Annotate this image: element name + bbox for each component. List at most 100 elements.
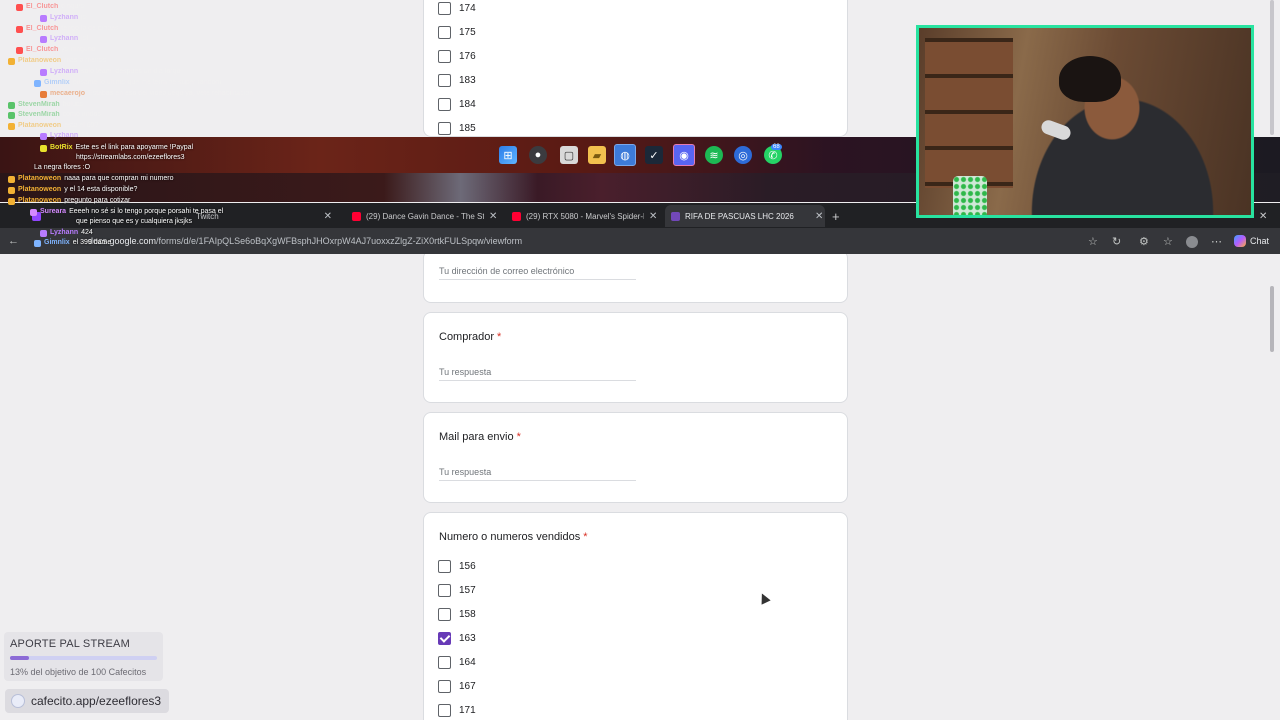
checkbox[interactable] xyxy=(438,655,451,669)
edge-browser-icon[interactable]: ◍ xyxy=(614,144,636,166)
cafecito-link[interactable]: cafecito.app/ezeeflores3 xyxy=(5,689,169,713)
checkbox[interactable] xyxy=(438,1,451,15)
chat-username[interactable]: El_Clutch xyxy=(26,24,58,34)
checkbox[interactable] xyxy=(438,97,451,111)
extensions-icon[interactable]: ⚙ xyxy=(1139,235,1149,248)
comprador-input[interactable]: Tu respuesta xyxy=(439,367,636,381)
chat-username[interactable]: Platanoweon xyxy=(18,185,61,195)
chat-username[interactable]: Gimnlix xyxy=(44,238,70,248)
question-title: Mail para envio * xyxy=(439,431,521,443)
option-176[interactable]: 176 xyxy=(438,49,476,63)
chat-username[interactable]: Sureara xyxy=(40,207,66,217)
favorites-icon[interactable]: ☆ xyxy=(1163,235,1173,248)
checkbox[interactable] xyxy=(438,559,451,573)
chat-message: Platanoweon y el 14 esta disponible? xyxy=(8,185,137,195)
close-tab-icon[interactable]: ✕ xyxy=(815,211,823,222)
chat-username[interactable]: Lyzhann xyxy=(50,34,78,44)
chat-username[interactable]: Platanoweon xyxy=(18,121,61,131)
chat-username[interactable]: Platanoweon xyxy=(18,174,61,184)
spotify-icon[interactable]: ≋ xyxy=(705,146,723,164)
checkbox[interactable] xyxy=(438,121,451,135)
checkbox[interactable] xyxy=(438,25,451,39)
windows-start-icon[interactable]: ⊞ xyxy=(499,146,517,164)
favorite-star-icon[interactable]: ☆ xyxy=(1088,235,1098,248)
chat-message: Lyzhann solo team, despues un dia largo xyxy=(40,67,180,77)
chat-message: Lyzhann jo xyxy=(40,13,87,23)
chat-username[interactable]: BotRix xyxy=(50,143,73,153)
checkbox[interactable] xyxy=(438,73,451,87)
chat-text: y el 14 esta disponible? xyxy=(64,186,138,193)
option-157[interactable]: 157 xyxy=(438,583,476,597)
back-arrow-icon[interactable]: ← xyxy=(8,235,19,247)
option-183[interactable]: 183 xyxy=(438,73,476,87)
tab-rtx-5080[interactable]: (29) RTX 5080 - Marvel's Spider-M ✕ xyxy=(512,205,662,227)
scrollbar-thumb[interactable] xyxy=(1270,286,1274,352)
chat-username[interactable]: Lyzhann xyxy=(50,131,78,141)
chat-badge-icon xyxy=(8,122,15,130)
chat-badge-icon xyxy=(8,111,15,119)
chat-username[interactable]: StevenMirah xyxy=(18,100,60,110)
checkbox[interactable] xyxy=(438,679,451,693)
option-158[interactable]: 158 xyxy=(438,607,476,621)
chat-text: Estabas en esa del videojuego ya, vete r… xyxy=(88,90,254,97)
option-164[interactable]: 164 xyxy=(438,655,476,669)
copilot-chat-button[interactable]: Chat xyxy=(1234,235,1269,247)
tab-rifa-de-pascuas[interactable]: RIFA DE PASCUAS LHC 2026 ✕ xyxy=(665,205,825,227)
option-163[interactable]: 163 xyxy=(438,631,476,645)
url-field[interactable]: docs.google.com/forms/d/e/1FAIpQLSe6oBqX… xyxy=(88,236,522,246)
mail-envio-input[interactable]: Tu respuesta xyxy=(439,467,636,481)
chat-username[interactable]: Lyzhann xyxy=(50,67,78,77)
scrollbar-top[interactable] xyxy=(1269,0,1275,135)
chat-badge-icon xyxy=(40,229,47,237)
discord-icon[interactable]: ◉ xyxy=(673,144,695,166)
chat-username[interactable]: Lyzhann xyxy=(50,228,78,238)
checkbox[interactable] xyxy=(438,607,451,621)
email-field[interactable]: Tu dirección de correo electrónico xyxy=(439,266,636,280)
close-tab-icon[interactable]: ✕ xyxy=(649,211,657,222)
new-tab-button[interactable]: + xyxy=(832,205,840,227)
checkbox[interactable] xyxy=(438,703,451,717)
chat-message: BotRix Este es el link para apoyarme !Pay… xyxy=(40,143,193,153)
option-184[interactable]: 184 xyxy=(438,97,476,111)
chat-username[interactable]: El_Clutch xyxy=(26,2,58,12)
chat-message: Sureara Eeeeh no sé si lo tengo porque po… xyxy=(30,207,223,217)
chat-username[interactable]: El_Clutch xyxy=(26,45,58,55)
refresh-icon[interactable]: ↻ xyxy=(1112,235,1121,248)
chat-username[interactable]: Gimnlix xyxy=(44,78,70,88)
option-156[interactable]: 156 xyxy=(438,559,476,573)
chat-username[interactable]: Platanoweon xyxy=(18,196,61,206)
chat-badge-icon xyxy=(34,239,41,247)
chat-text: que pienso que es y cualquiera jksjks xyxy=(76,218,192,225)
scrollbar-thumb[interactable] xyxy=(1270,0,1274,135)
page-scrollbar[interactable] xyxy=(1269,256,1275,720)
chat-message: El_Clutch dinguro xyxy=(16,2,85,12)
chat-username[interactable]: StevenMirah xyxy=(18,110,60,120)
close-tab-icon[interactable]: ✕ xyxy=(324,211,332,222)
chat-username[interactable]: Platanoweon xyxy=(18,56,61,66)
window-close-button[interactable]: ✕ xyxy=(1259,205,1267,227)
file-explorer-icon[interactable]: ▰ xyxy=(588,146,606,164)
checkbox[interactable] xyxy=(438,49,451,63)
copilot-icon xyxy=(1234,235,1246,247)
bookshelf xyxy=(925,38,1013,188)
app-icon[interactable]: ◎ xyxy=(734,146,752,164)
chat-text: el 399 dame xyxy=(72,239,112,246)
more-menu-icon[interactable]: ⋯ xyxy=(1211,235,1222,248)
chat-text: esta el 69? xyxy=(64,122,99,129)
profile-avatar[interactable] xyxy=(1186,236,1198,248)
option-174[interactable]: 174 xyxy=(438,1,476,15)
option-167[interactable]: 167 xyxy=(438,679,476,693)
steam-icon[interactable]: ✓ xyxy=(645,146,663,164)
tab-dance-gavin-dance[interactable]: (29) Dance Gavin Dance - The Stic ✕ xyxy=(352,205,502,227)
close-tab-icon[interactable]: ✕ xyxy=(489,211,497,222)
option-185[interactable]: 185 xyxy=(438,121,476,135)
task-view-icon[interactable]: ▢ xyxy=(560,146,578,164)
chat-message: Gimnlix el 399 dame xyxy=(34,238,111,248)
checkbox-checked[interactable] xyxy=(438,631,451,645)
option-171[interactable]: 171 xyxy=(438,703,476,717)
chat-username[interactable]: mecaerojo xyxy=(50,89,85,99)
option-175[interactable]: 175 xyxy=(438,25,476,39)
search-icon[interactable]: ● xyxy=(529,146,547,164)
checkbox[interactable] xyxy=(438,583,451,597)
chat-username[interactable]: Lyzhann xyxy=(50,13,78,23)
